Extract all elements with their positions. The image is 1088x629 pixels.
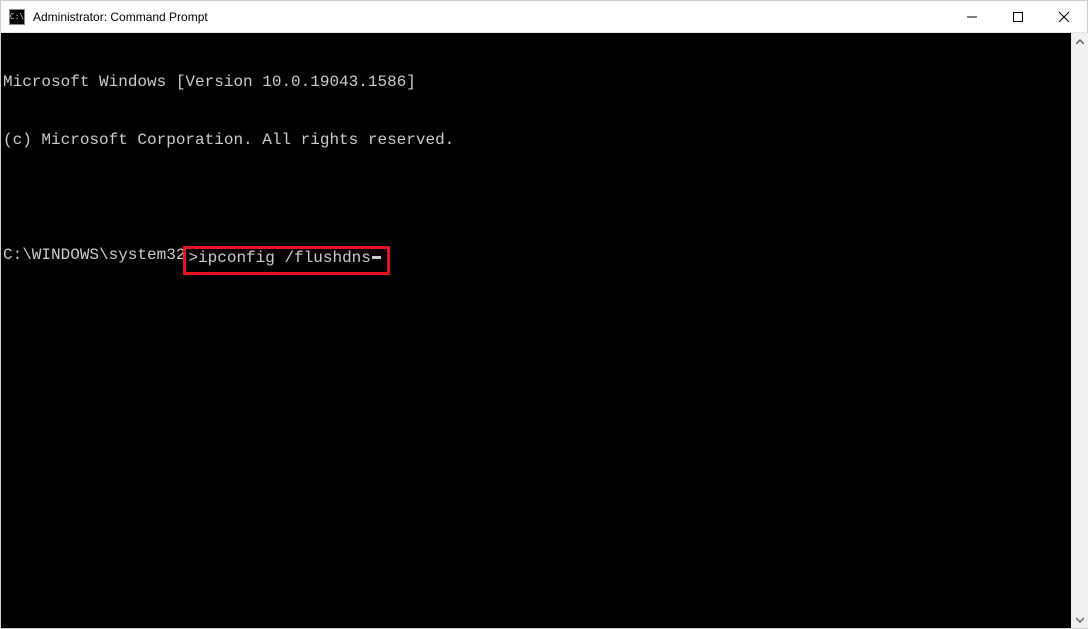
terminal-prompt-line: C:\WINDOWS\system32>ipconfig /flushdns — [3, 246, 1085, 275]
window-controls — [949, 1, 1087, 32]
chevron-up-icon — [1076, 38, 1084, 46]
scroll-down-button[interactable] — [1071, 611, 1088, 628]
terminal-blank-line — [3, 189, 1085, 208]
terminal-prompt-path: C:\WINDOWS\system32 — [3, 246, 185, 265]
minimize-icon — [967, 12, 977, 22]
chevron-down-icon — [1076, 616, 1084, 624]
close-icon — [1059, 12, 1069, 22]
terminal-prompt-symbol: > — [188, 249, 198, 268]
scroll-up-button[interactable] — [1071, 33, 1088, 50]
close-button[interactable] — [1041, 1, 1087, 32]
maximize-button[interactable] — [995, 1, 1041, 32]
terminal-header-line-2: (c) Microsoft Corporation. All rights re… — [3, 131, 1085, 150]
titlebar[interactable]: C:\ Administrator: Command Prompt — [1, 1, 1087, 33]
terminal-header-line-1: Microsoft Windows [Version 10.0.19043.15… — [3, 73, 1085, 92]
titlebar-left: C:\ Administrator: Command Prompt — [1, 9, 208, 25]
command-prompt-window: C:\ Administrator: Command Prompt Micros… — [0, 0, 1088, 629]
terminal-command: ipconfig /flushdns — [198, 249, 371, 268]
cmd-icon: C:\ — [9, 9, 25, 25]
window-title: Administrator: Command Prompt — [33, 10, 208, 24]
terminal-area[interactable]: Microsoft Windows [Version 10.0.19043.15… — [1, 33, 1087, 628]
vertical-scrollbar[interactable] — [1071, 33, 1088, 628]
command-highlight-box: >ipconfig /flushdns — [183, 246, 389, 275]
scroll-track[interactable] — [1071, 50, 1088, 611]
terminal-cursor — [372, 256, 381, 259]
maximize-icon — [1013, 12, 1023, 22]
minimize-button[interactable] — [949, 1, 995, 32]
